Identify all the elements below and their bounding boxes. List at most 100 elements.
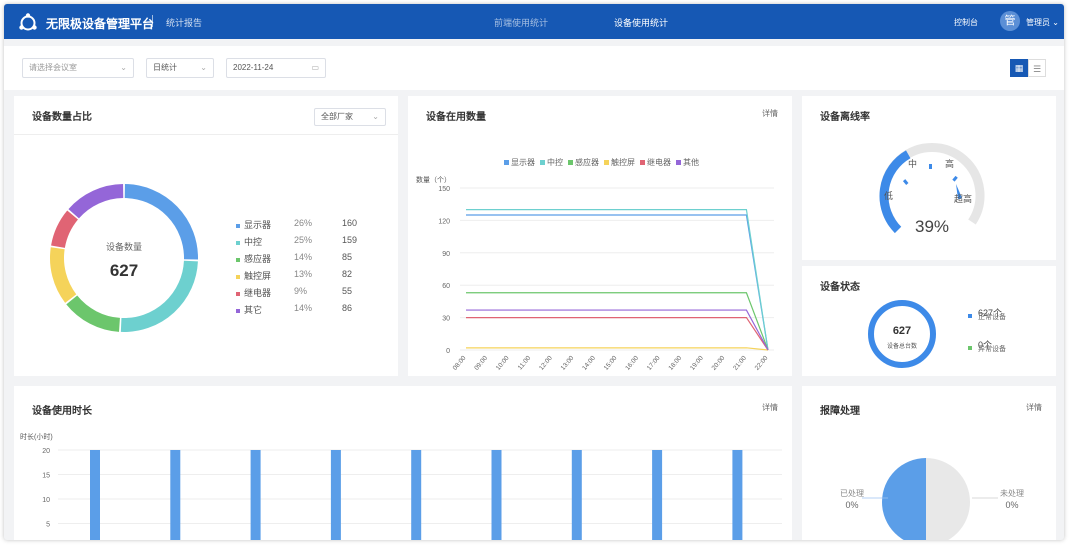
legend-count: 82	[342, 269, 353, 279]
details-link[interactable]: 详情	[762, 402, 778, 413]
y-tick-label: 90	[442, 251, 450, 258]
y-tick-label: 15	[42, 473, 50, 480]
legend-name: 继电器	[244, 288, 272, 298]
status-total-label: 设备总台数	[887, 342, 917, 350]
offline-rate-card: 设备离线率 低 中 高 超高 39%	[802, 96, 1056, 260]
status-abnormal-label: 异常设备	[978, 346, 1006, 353]
pie-slice-handled	[882, 458, 926, 540]
line-legend: 显示器 中控 感应器 触控屏 继电器 其他	[504, 157, 704, 168]
line-chart: 0 30 60 90 120 150 08:00 09:00 10:00 11:00 12:00 13…	[438, 186, 774, 372]
user-menu[interactable]: 管理员 ⌄	[1026, 17, 1059, 28]
legend-dot	[236, 223, 240, 228]
x-tick-label: 22:00	[754, 355, 770, 372]
legend-dot	[504, 160, 509, 166]
location-select[interactable]: 请选择会议室 ⌄	[22, 58, 134, 78]
tab-device-usage[interactable]: 设备使用统计	[614, 16, 668, 29]
title-divider	[152, 15, 153, 27]
x-tick-label: 16:00	[624, 355, 640, 372]
series-line	[466, 209, 769, 351]
grid-view-button[interactable]: ▦	[1010, 59, 1028, 77]
legend-item: 触控屏	[604, 158, 635, 167]
legend-label: 其他	[683, 158, 699, 167]
vendor-select[interactable]: 全部厂家 ⌄	[314, 108, 386, 126]
legend-label: 感应器	[575, 158, 599, 167]
y-tick-label: 120	[438, 218, 450, 225]
status-ring: 627 设备总台数	[868, 300, 936, 368]
top-navigation-bar: 无限极设备管理平台 统计报告 前端使用统计 设备使用统计 控制台 管 管理员 ⌄	[4, 4, 1064, 39]
tab-frontend-usage[interactable]: 前端使用统计	[494, 16, 548, 29]
legend-item: 触控屏 13% 82	[236, 269, 352, 282]
gauge-label-low: 低	[884, 190, 893, 201]
x-tick-label: 20:00	[711, 355, 727, 372]
console-link[interactable]: 控制台	[954, 17, 978, 28]
chevron-down-icon: ⌄	[120, 63, 127, 72]
y-tick-label: 30	[442, 316, 450, 323]
nav-report-link[interactable]: 统计报告	[166, 16, 202, 29]
legend-pct: 14%	[294, 252, 313, 262]
legend-name: 显示器	[244, 220, 272, 230]
bar	[90, 450, 100, 540]
donut-segment	[68, 184, 124, 219]
x-tick-label: 18:00	[667, 355, 683, 372]
gauge-value: 39%	[915, 217, 949, 236]
series-line	[466, 214, 769, 351]
legend-label: 中控	[547, 158, 563, 167]
y-tick-label: 150	[438, 186, 450, 193]
y-tick-label: 5	[46, 522, 50, 529]
bar-chart: 5 10 15 20	[42, 448, 782, 540]
app-window: 无限极设备管理平台 统计报告 前端使用统计 设备使用统计 控制台 管 管理员 ⌄…	[4, 4, 1064, 540]
pie-slice-unhandled	[926, 458, 970, 540]
card-title: 设备状态	[820, 282, 860, 293]
logo-icon	[19, 13, 37, 31]
pie-label-handled: 已处理	[840, 488, 864, 498]
user-name: 管理员	[1026, 18, 1050, 27]
period-value: 日统计	[153, 63, 177, 72]
device-share-card: 设备数量占比 全部厂家 ⌄ 设备数量 627 显示器 26% 160 中控 25% 159…	[14, 96, 398, 376]
x-tick-label: 11:00	[517, 355, 533, 372]
legend-name: 中控	[244, 237, 263, 247]
list-icon: ☰	[1032, 64, 1042, 74]
legend-pct: 14%	[294, 303, 313, 313]
y-tick-label: 20	[42, 448, 50, 455]
list-view-button[interactable]: ☰	[1028, 59, 1046, 77]
legend-count: 85	[342, 252, 353, 262]
x-tick-label: 21:00	[732, 355, 748, 372]
legend-dot	[640, 160, 645, 166]
legend-dot	[236, 274, 240, 279]
card-title: 报障处理	[820, 406, 860, 417]
date-picker[interactable]: 2022-11-24 ▭	[226, 58, 326, 78]
avatar[interactable]: 管	[1000, 11, 1020, 31]
legend-count: 55	[342, 286, 353, 296]
card-title: 设备离线率	[820, 112, 870, 123]
legend-pct: 25%	[294, 235, 313, 245]
fault-handling-card: 报障处理 详情 已处理 0% 未处理 0%	[802, 386, 1056, 540]
legend-pct: 13%	[294, 269, 313, 279]
legend-dot	[676, 160, 681, 166]
pie-pct-handled: 0%	[845, 500, 858, 510]
status-normal-label: 正常设备	[978, 314, 1006, 321]
x-tick-label: 12:00	[538, 355, 554, 372]
legend-dot	[540, 160, 545, 166]
y-tick-label: 0	[446, 348, 450, 355]
x-tick-label: 14:00	[581, 355, 597, 372]
status-dot	[968, 346, 972, 350]
bar	[170, 450, 181, 540]
donut-segment	[66, 295, 121, 332]
x-tick-label: 19:00	[689, 355, 705, 372]
details-link[interactable]: 详情	[762, 108, 778, 119]
bar	[411, 450, 422, 540]
chevron-down-icon: ⌄	[200, 63, 207, 72]
legend-item: 继电器	[640, 158, 671, 167]
card-title: 设备在用数量	[426, 112, 486, 123]
details-link[interactable]: 详情	[1026, 402, 1042, 413]
bar	[732, 450, 743, 540]
donut-chart: 设备数量 627	[50, 184, 198, 332]
calendar-icon: ▭	[311, 63, 319, 72]
legend-name: 其它	[244, 305, 263, 315]
y-tick-label: 60	[442, 283, 450, 290]
period-select[interactable]: 日统计 ⌄	[146, 58, 214, 78]
card-divider	[14, 134, 398, 135]
vendor-value: 全部厂家	[321, 112, 353, 121]
app-title: 无限极设备管理平台	[46, 17, 155, 31]
legend-dot	[236, 240, 240, 245]
